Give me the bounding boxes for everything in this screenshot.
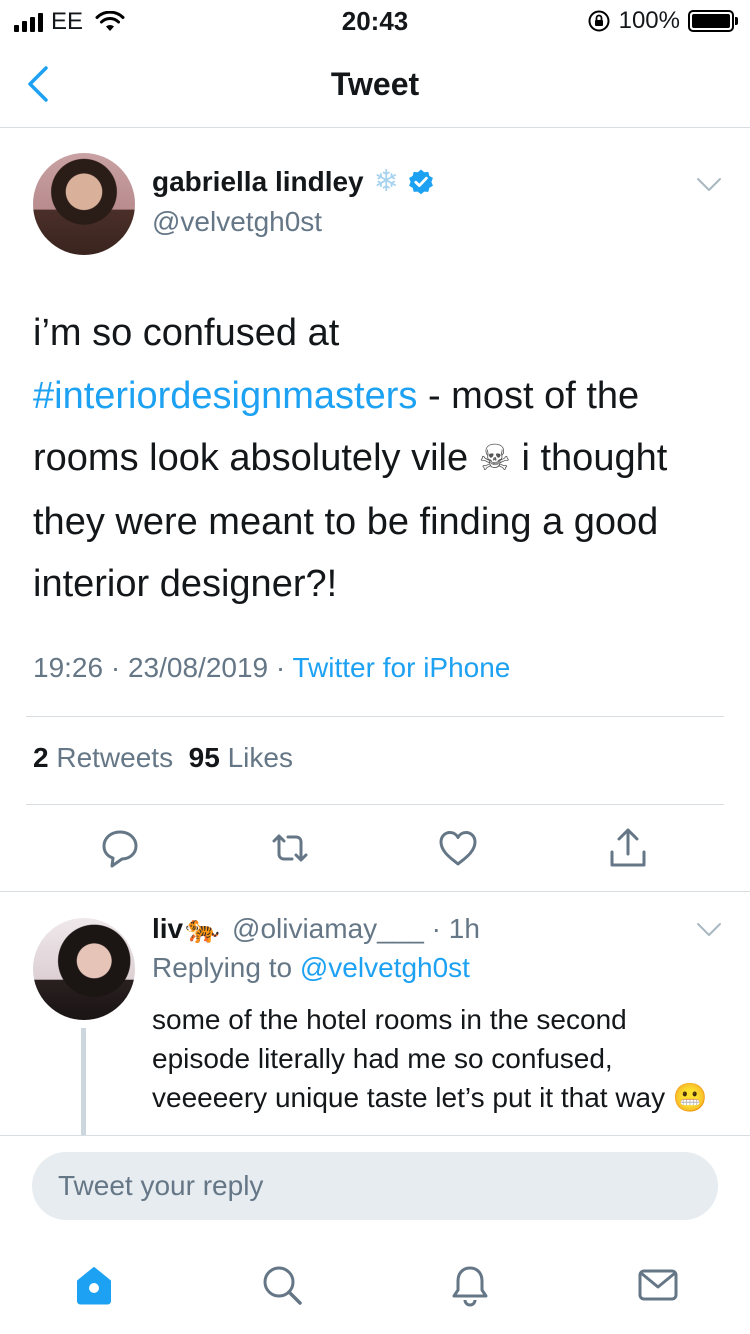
reply-time: 1h [448,912,480,944]
orientation-lock-icon [588,10,610,32]
battery-icon [688,10,738,32]
likes-label[interactable]: Likes [228,742,293,773]
tweet-author[interactable]: gabriella lindley ❄ [152,166,435,198]
tweet-source-link[interactable]: Twitter for iPhone [293,652,511,683]
replying-prefix: Replying to [152,952,300,983]
divider [26,804,724,805]
reply-author-name[interactable]: liv [152,913,183,945]
home-icon[interactable] [72,1263,116,1307]
replying-to: Replying to @velvetgh0st [152,952,470,984]
battery-percent: 100% [618,7,680,34]
search-icon[interactable] [260,1263,304,1307]
tweet-time: 19:26 [33,652,104,683]
hashtag-link[interactable]: #interiordesignmasters [33,375,417,417]
reply-avatar[interactable] [33,918,135,1020]
page-title: Tweet [330,66,420,102]
status-bar: EE 20:43 100% [0,0,750,40]
notifications-icon[interactable] [448,1263,492,1307]
author-name[interactable]: gabriella lindley [152,166,364,198]
reply-text: some of the hotel rooms in the second ep… [152,1004,708,1113]
verified-badge-icon [408,169,433,195]
reply-input[interactable] [32,1152,718,1220]
tiger-emoji: 🐅 [185,912,221,945]
reply-separator: · [423,912,449,944]
divider [26,716,724,717]
likes-count[interactable]: 95 [189,742,220,773]
tweet-stats: 2 Retweets 95 Likes [33,742,293,774]
like-heart-icon[interactable] [436,826,480,870]
skull-emoji: ☠ [478,438,511,479]
tweet-text-part1: i’m so confused at [33,312,340,354]
tweet-date: 23/08/2019 [127,652,269,683]
tweet-meta: 19:26 · 23/08/2019 · Twitter for iPhone [33,652,511,683]
messages-icon[interactable] [636,1263,680,1307]
reply-icon[interactable] [98,826,142,870]
divider [0,891,750,892]
nav-bar: Tweet [0,40,750,128]
author-handle[interactable]: @velvetgh0st [152,206,322,238]
share-icon[interactable] [606,826,650,870]
thread-line [81,1028,86,1136]
avatar[interactable] [33,153,135,255]
retweet-icon[interactable] [268,826,312,870]
reply-author[interactable]: liv 🐅 @oliviamay___ · 1h [152,912,480,945]
snowflake-icon: ❄ [373,164,399,199]
status-right: 100% [587,7,738,35]
reply-author-handle[interactable]: @oliviamay___ [232,913,424,945]
retweets-label[interactable]: Retweets [56,742,173,773]
chevron-down-icon[interactable] [696,176,722,194]
chevron-down-icon[interactable] [696,921,722,939]
tweet-text: i’m so confused at #interiordesignmaster… [33,302,723,616]
replying-to-link[interactable]: @velvetgh0st [300,952,470,983]
retweets-count[interactable]: 2 [33,742,49,773]
